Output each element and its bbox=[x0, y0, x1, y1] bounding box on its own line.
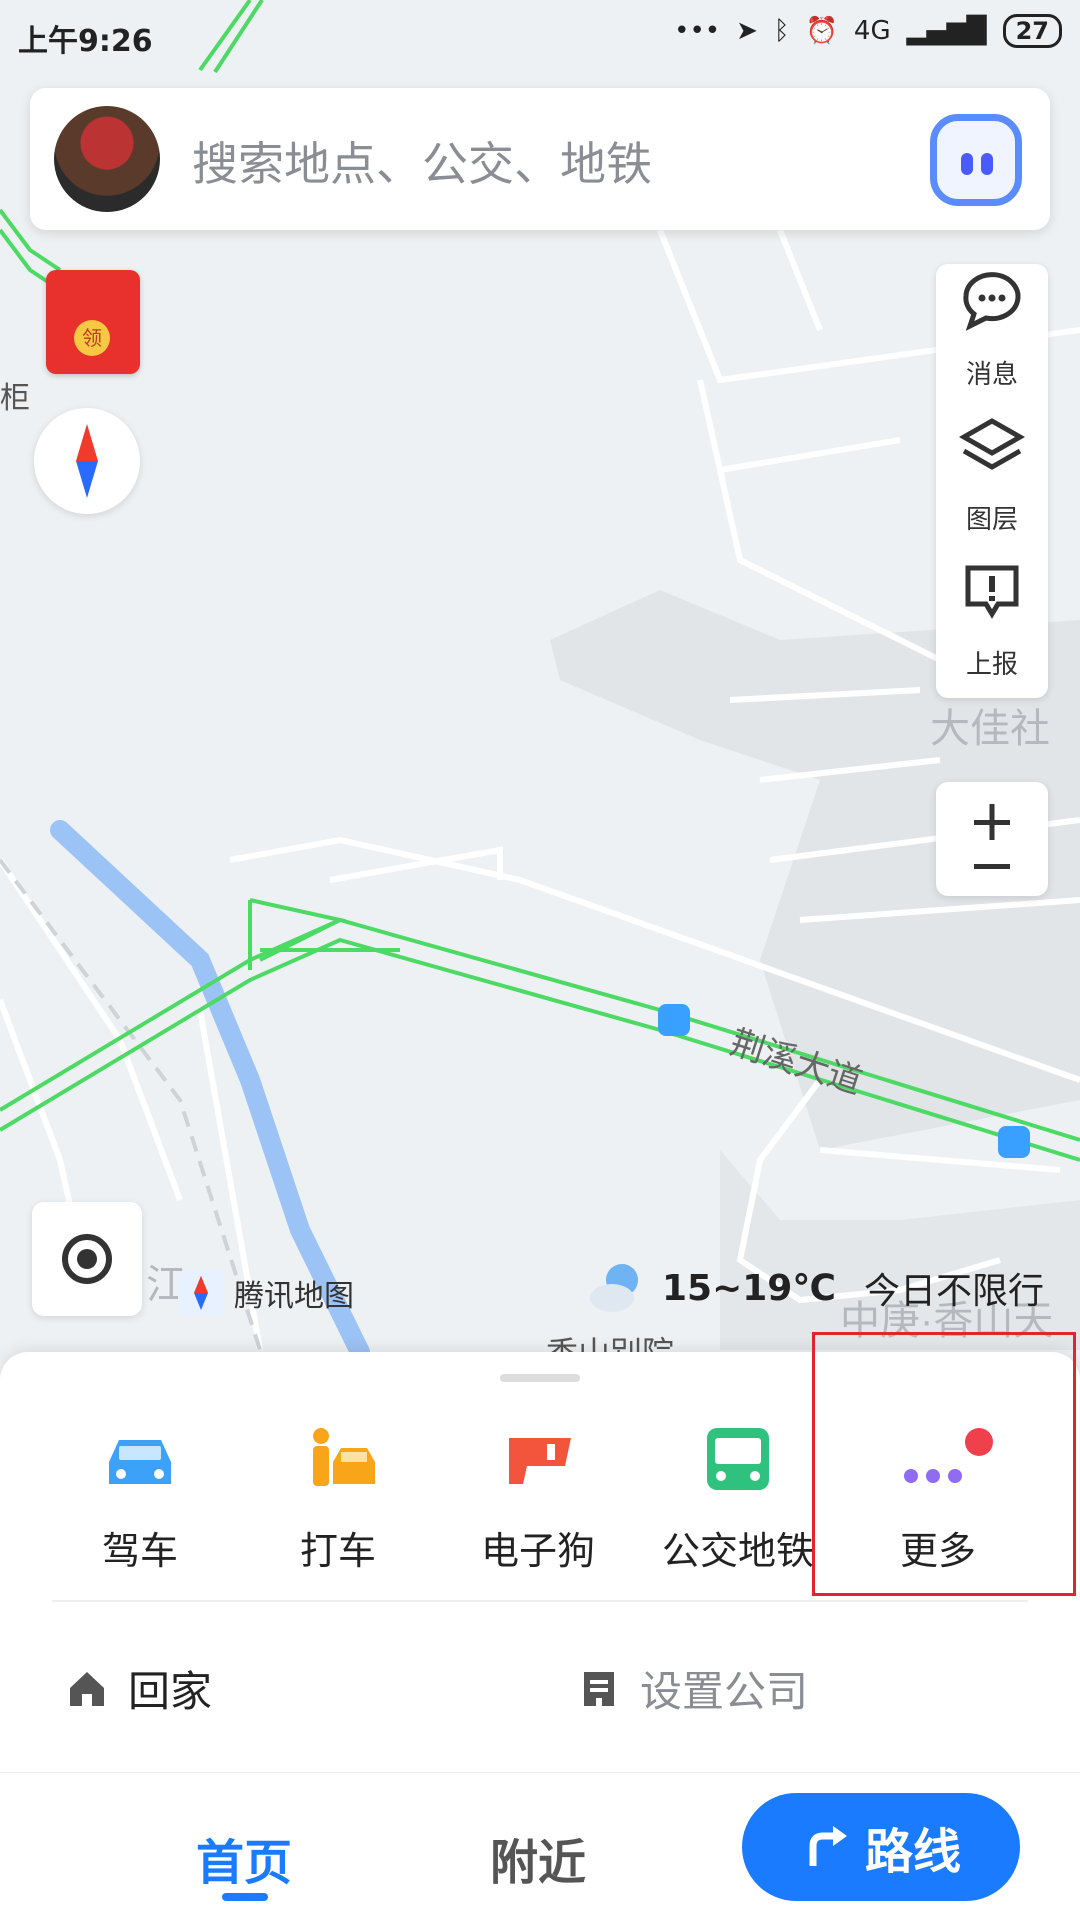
report-label: 上报 bbox=[965, 650, 1018, 680]
service-speed-camera[interactable]: 电子狗 bbox=[438, 1422, 638, 1575]
route-arrow-icon bbox=[809, 1826, 847, 1866]
service-label: 驾车 bbox=[101, 1529, 178, 1573]
tab-home[interactable]: 首页 bbox=[196, 1823, 292, 1893]
avatar[interactable] bbox=[54, 106, 160, 212]
service-taxi[interactable]: 打车 bbox=[238, 1422, 438, 1575]
service-label: 公交地铁 bbox=[661, 1529, 814, 1573]
map-tools-panel: 消息 图层 上报 bbox=[936, 264, 1048, 698]
zoom-in-out-icon bbox=[974, 804, 1010, 869]
assistant-bot-icon[interactable] bbox=[930, 114, 1022, 206]
brand-label: 腾讯地图 bbox=[234, 1279, 354, 1314]
tab-active-indicator bbox=[222, 1893, 268, 1901]
service-drive[interactable]: 驾车 bbox=[40, 1422, 240, 1575]
zoom-control[interactable] bbox=[936, 782, 1048, 896]
message-icon bbox=[963, 272, 1021, 331]
status-icons: ••• ➤ ᛒ ⏰ 4G ▂▄▆█ 27 bbox=[674, 14, 1062, 48]
taxi-icon bbox=[293, 1422, 383, 1502]
coin-icon: 领 bbox=[74, 320, 110, 356]
compass-button[interactable] bbox=[34, 408, 140, 514]
report-icon bbox=[965, 565, 1019, 619]
service-bus-metro[interactable]: 公交地铁 bbox=[638, 1422, 838, 1575]
locate-button[interactable] bbox=[32, 1202, 142, 1316]
messages-button[interactable]: 消息 bbox=[936, 264, 1048, 408]
tencent-map-logo-icon bbox=[178, 1270, 224, 1316]
divider bbox=[52, 1600, 1028, 1602]
service-label: 打车 bbox=[299, 1529, 376, 1573]
home-icon bbox=[70, 1671, 104, 1706]
bluetooth-icon: ᛒ bbox=[773, 16, 790, 46]
area-label-dajia: 大佳社 bbox=[930, 707, 1050, 751]
home-shortcut[interactable]: 回家 bbox=[66, 1658, 212, 1719]
status-bar: 上午9:26 ••• ➤ ᛒ ⏰ 4G ▂▄▆█ 27 bbox=[0, 0, 1080, 70]
messages-label: 消息 bbox=[965, 360, 1018, 390]
network-label: 4G bbox=[853, 16, 891, 46]
sheet-handle[interactable] bbox=[500, 1374, 580, 1382]
weather-info[interactable]: 15~19℃ 今日不限行 bbox=[588, 1260, 1044, 1316]
signal-icon: ▂▄▆█ bbox=[906, 16, 987, 46]
company-label: 设置公司 bbox=[640, 1667, 809, 1716]
traffic-limit: 今日不限行 bbox=[863, 1271, 1044, 1312]
cloud-sun-icon bbox=[590, 1264, 638, 1312]
tab-nearby[interactable]: 附近 bbox=[490, 1823, 586, 1893]
layers-button[interactable]: 图层 bbox=[936, 409, 1048, 553]
home-label: 回家 bbox=[128, 1667, 213, 1716]
layers-icon bbox=[958, 418, 1026, 470]
speed-camera-icon bbox=[493, 1422, 583, 1502]
tab-bar: 首页 附近 路线 bbox=[0, 1772, 1080, 1921]
service-label: 电子狗 bbox=[480, 1529, 595, 1573]
location-icon: ➤ bbox=[736, 16, 758, 46]
locate-icon bbox=[62, 1234, 112, 1284]
compass-icon bbox=[76, 424, 98, 498]
more-dots-icon: ••• bbox=[674, 16, 721, 46]
company-shortcut[interactable]: 设置公司 bbox=[578, 1658, 808, 1719]
battery-icon: 27 bbox=[1002, 14, 1062, 48]
status-time: 上午9:26 bbox=[18, 24, 153, 59]
route-button[interactable]: 路线 bbox=[742, 1793, 1020, 1901]
report-button[interactable]: 上报 bbox=[936, 554, 1048, 698]
temperature: 15~19℃ bbox=[662, 1267, 836, 1309]
search-bar[interactable]: 搜索地点、公交、地铁 bbox=[30, 88, 1050, 230]
red-packet-icon[interactable]: 领 bbox=[46, 270, 140, 374]
alarm-icon: ⏰ bbox=[805, 16, 838, 46]
search-placeholder[interactable]: 搜索地点、公交、地铁 bbox=[192, 128, 652, 194]
map-brand: 腾讯地图 bbox=[178, 1270, 354, 1316]
building-icon bbox=[584, 1671, 614, 1706]
car-icon bbox=[95, 1422, 185, 1502]
bus-icon bbox=[693, 1422, 783, 1502]
route-label: 路线 bbox=[864, 1824, 961, 1880]
highlight-box bbox=[812, 1332, 1076, 1596]
area-label-gui: 柜 bbox=[0, 382, 30, 415]
layers-label: 图层 bbox=[965, 505, 1018, 535]
